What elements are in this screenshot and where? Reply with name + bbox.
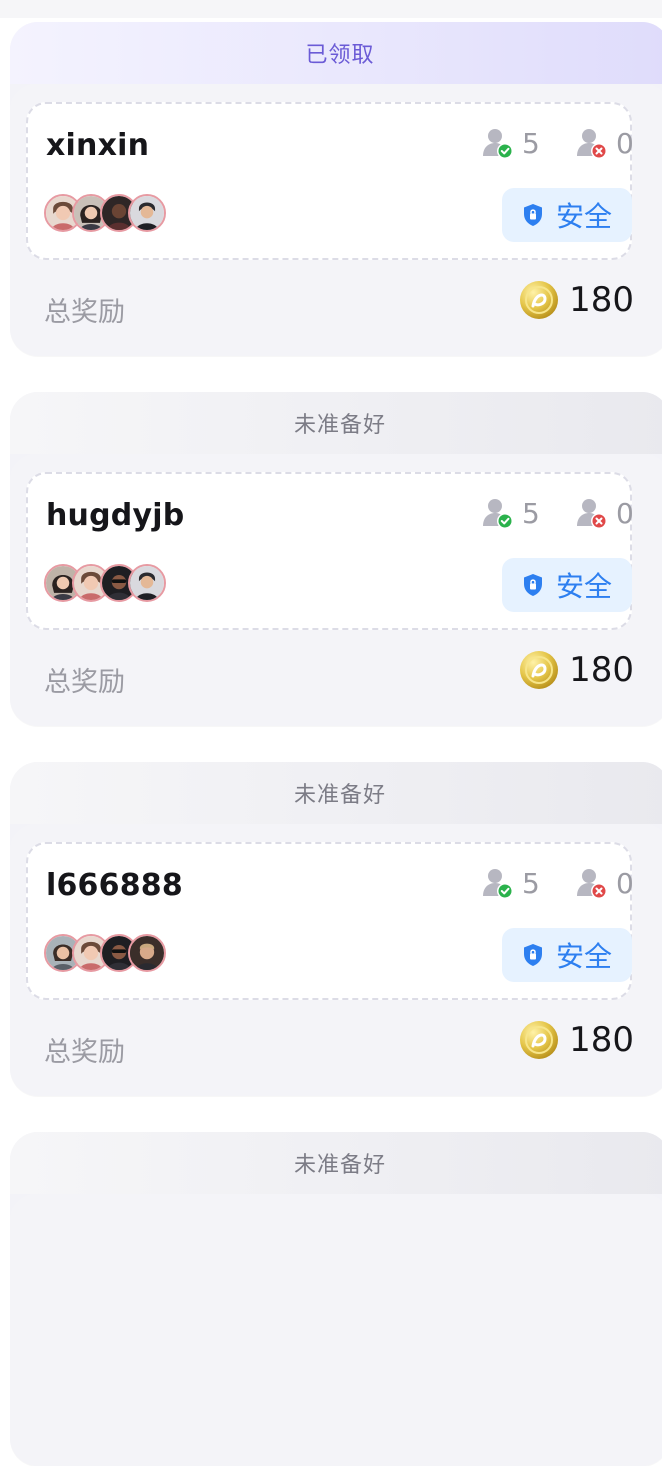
card-status: 已领取 <box>10 22 662 84</box>
member-avatars[interactable] <box>44 194 174 236</box>
team-card[interactable]: 已领取 xinxin 5 0 安全 总奖励 180 <box>10 22 662 356</box>
joined-stat: 5 <box>480 496 540 530</box>
avatar <box>128 194 166 232</box>
shield-lock-icon <box>523 574 542 596</box>
joined-count: 5 <box>522 496 540 530</box>
card-body: xinxin 5 0 安全 总奖励 180 <box>10 84 662 356</box>
total-reward-value: 180 <box>569 650 634 690</box>
avatar <box>128 564 166 602</box>
total-reward-value: 180 <box>569 1020 634 1060</box>
safe-badge: 安全 <box>502 928 632 982</box>
coin-icon <box>520 1021 559 1059</box>
team-card[interactable]: 未准备好 hugdyjb 5 0 安全 总奖励 180 <box>10 392 662 726</box>
safe-badge: 安全 <box>502 188 632 242</box>
total-reward-label: 总奖励 <box>44 667 125 698</box>
total-reward: 180 <box>519 280 634 320</box>
user-x-icon <box>577 129 607 159</box>
team-card[interactable]: 未准备好 <box>10 1132 662 1466</box>
card-body: l666888 5 0 安全 总奖励 180 <box>10 824 662 1096</box>
declined-count: 0 <box>616 866 634 900</box>
team-name: xinxin <box>46 128 150 163</box>
team-name: l666888 <box>46 868 183 903</box>
joined-stat: 5 <box>480 126 540 160</box>
joined-stat: 5 <box>480 866 540 900</box>
card-body <box>10 1194 662 1466</box>
team-info-box: xinxin 5 0 安全 <box>26 102 634 260</box>
declined-stat: 0 <box>574 126 634 160</box>
card-status: 未准备好 <box>10 392 662 454</box>
declined-count: 0 <box>616 496 634 530</box>
declined-count: 0 <box>616 126 634 160</box>
card-status: 未准备好 <box>10 1132 662 1194</box>
user-check-icon <box>483 869 513 899</box>
declined-stat: 0 <box>574 496 634 530</box>
user-x-icon <box>577 869 607 899</box>
joined-count: 5 <box>522 866 540 900</box>
coin-icon <box>520 651 559 689</box>
total-reward-value: 180 <box>569 280 634 320</box>
safe-badge: 安全 <box>502 558 632 612</box>
team-card[interactable]: 未准备好 l666888 5 0 安全 总奖励 180 <box>10 762 662 1096</box>
member-avatars[interactable] <box>44 934 174 976</box>
total-reward: 180 <box>519 1020 634 1060</box>
badge-label: 安全 <box>555 570 612 603</box>
card-body: hugdyjb 5 0 安全 总奖励 180 <box>10 454 662 726</box>
total-reward-label: 总奖励 <box>44 297 125 328</box>
total-reward: 180 <box>519 650 634 690</box>
user-x-icon <box>577 499 607 529</box>
member-avatars[interactable] <box>44 564 174 606</box>
card-status: 未准备好 <box>10 762 662 824</box>
team-name: hugdyjb <box>46 498 185 533</box>
badge-label: 安全 <box>555 940 612 973</box>
declined-stat: 0 <box>574 866 634 900</box>
team-list: 已领取 xinxin 5 0 安全 总奖励 180 未准备好 hugdyjb 5… <box>0 0 662 1466</box>
total-reward-label: 总奖励 <box>44 1037 125 1068</box>
team-info-box: hugdyjb 5 0 安全 <box>26 472 634 630</box>
badge-label: 安全 <box>555 200 612 233</box>
coin-icon <box>520 281 559 319</box>
shield-lock-icon <box>523 204 542 226</box>
team-info-box: l666888 5 0 安全 <box>26 842 634 1000</box>
user-check-icon <box>483 499 513 529</box>
shield-lock-icon <box>523 944 542 966</box>
avatar <box>128 934 166 972</box>
user-check-icon <box>483 129 513 159</box>
joined-count: 5 <box>522 126 540 160</box>
